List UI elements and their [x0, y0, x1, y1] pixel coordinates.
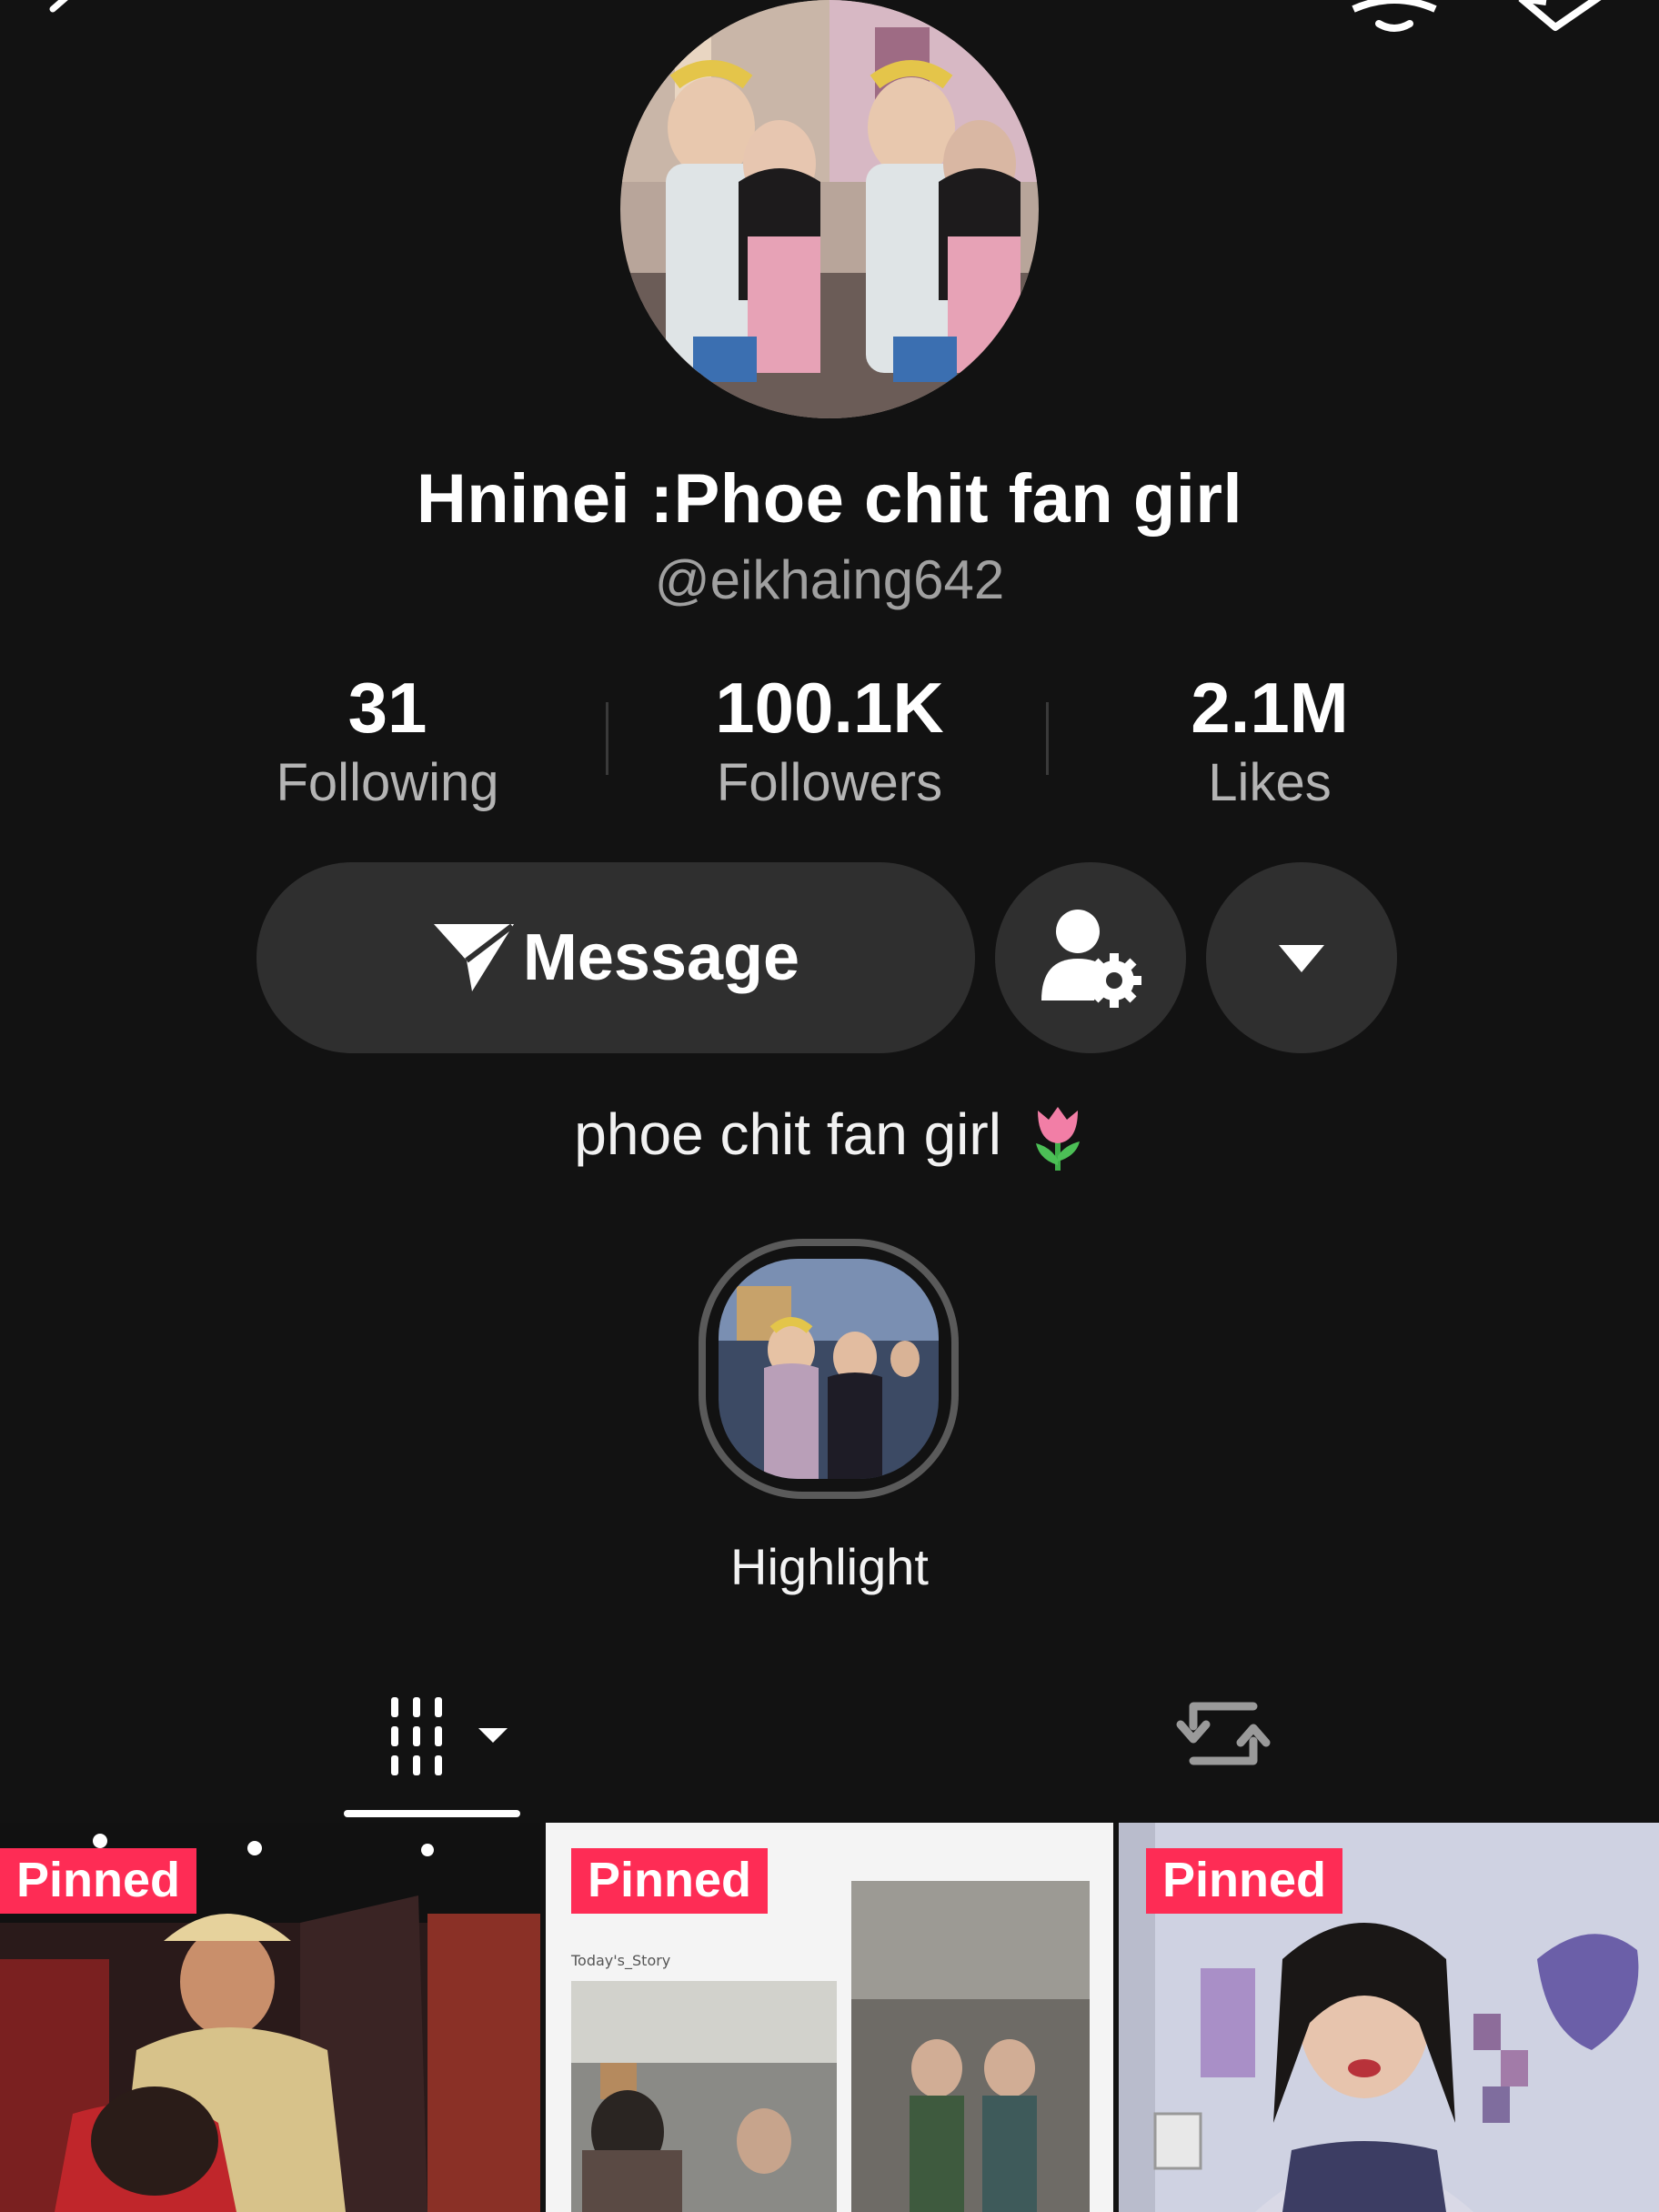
message-button[interactable]: Message: [256, 862, 975, 1053]
display-name: Hninei :Phoe chit fan girl: [416, 460, 1243, 538]
followers-label: Followers: [716, 753, 943, 812]
story-caption: Today's_Story: [571, 1952, 671, 1969]
followers-count: 100.1K: [715, 668, 944, 748]
highlight-label: Highlight: [730, 1538, 929, 1595]
stat-divider: [606, 702, 608, 775]
bio: phoe chit fan girl: [0, 1101, 1659, 1172]
highlight-thumbnail[interactable]: [719, 1259, 939, 1479]
pinned-badge: Pinned: [0, 1848, 197, 1914]
bell-icon[interactable]: [1344, 0, 1444, 45]
following-stat[interactable]: 31 Following: [196, 669, 578, 819]
highlight-photo: [719, 1259, 939, 1479]
grid-dropdown-icon: [391, 1697, 508, 1775]
avatar-photo: [620, 0, 1039, 418]
repost-icon: [1176, 1702, 1271, 1765]
likes-stat[interactable]: 2.1M Likes: [1079, 669, 1461, 819]
video-thumbnail[interactable]: Pinned: [0, 1823, 540, 2212]
video-thumbnail[interactable]: Pinned Today's_Story: [546, 1823, 1113, 2212]
following-label: Following: [276, 753, 499, 812]
tab-videos[interactable]: [382, 1688, 518, 1779]
avatar[interactable]: [620, 0, 1039, 418]
tab-reposts[interactable]: [1173, 1688, 1273, 1779]
person-gear-icon: [1041, 910, 1141, 1008]
pinned-badge: Pinned: [1146, 1848, 1343, 1914]
pinned-badge: Pinned: [571, 1848, 769, 1914]
tab-selected-indicator: [344, 1810, 520, 1817]
caret-down-icon: [1279, 945, 1324, 972]
stat-divider: [1046, 702, 1049, 775]
video-thumbnail[interactable]: Pinned: [1119, 1823, 1659, 2212]
send-icon: [433, 923, 514, 991]
share-icon[interactable]: [1510, 0, 1619, 45]
message-button-label: Message: [522, 921, 800, 994]
following-count: 31: [347, 668, 427, 748]
profile-page: Hninei :Phoe chit fan girl @eikhaing642 …: [0, 0, 1659, 2212]
likes-count: 2.1M: [1191, 668, 1349, 748]
more-options-button[interactable]: [1206, 862, 1397, 1053]
tulip-emoji-icon: [1035, 1107, 1080, 1171]
bio-text: phoe chit fan girl: [574, 1101, 1001, 1167]
back-arrow-icon[interactable]: [36, 0, 91, 36]
followers-stat[interactable]: 100.1K Followers: [638, 669, 1021, 819]
friend-settings-button[interactable]: [995, 862, 1186, 1053]
likes-label: Likes: [1208, 753, 1332, 812]
username-handle: @eikhaing642: [654, 549, 1005, 610]
